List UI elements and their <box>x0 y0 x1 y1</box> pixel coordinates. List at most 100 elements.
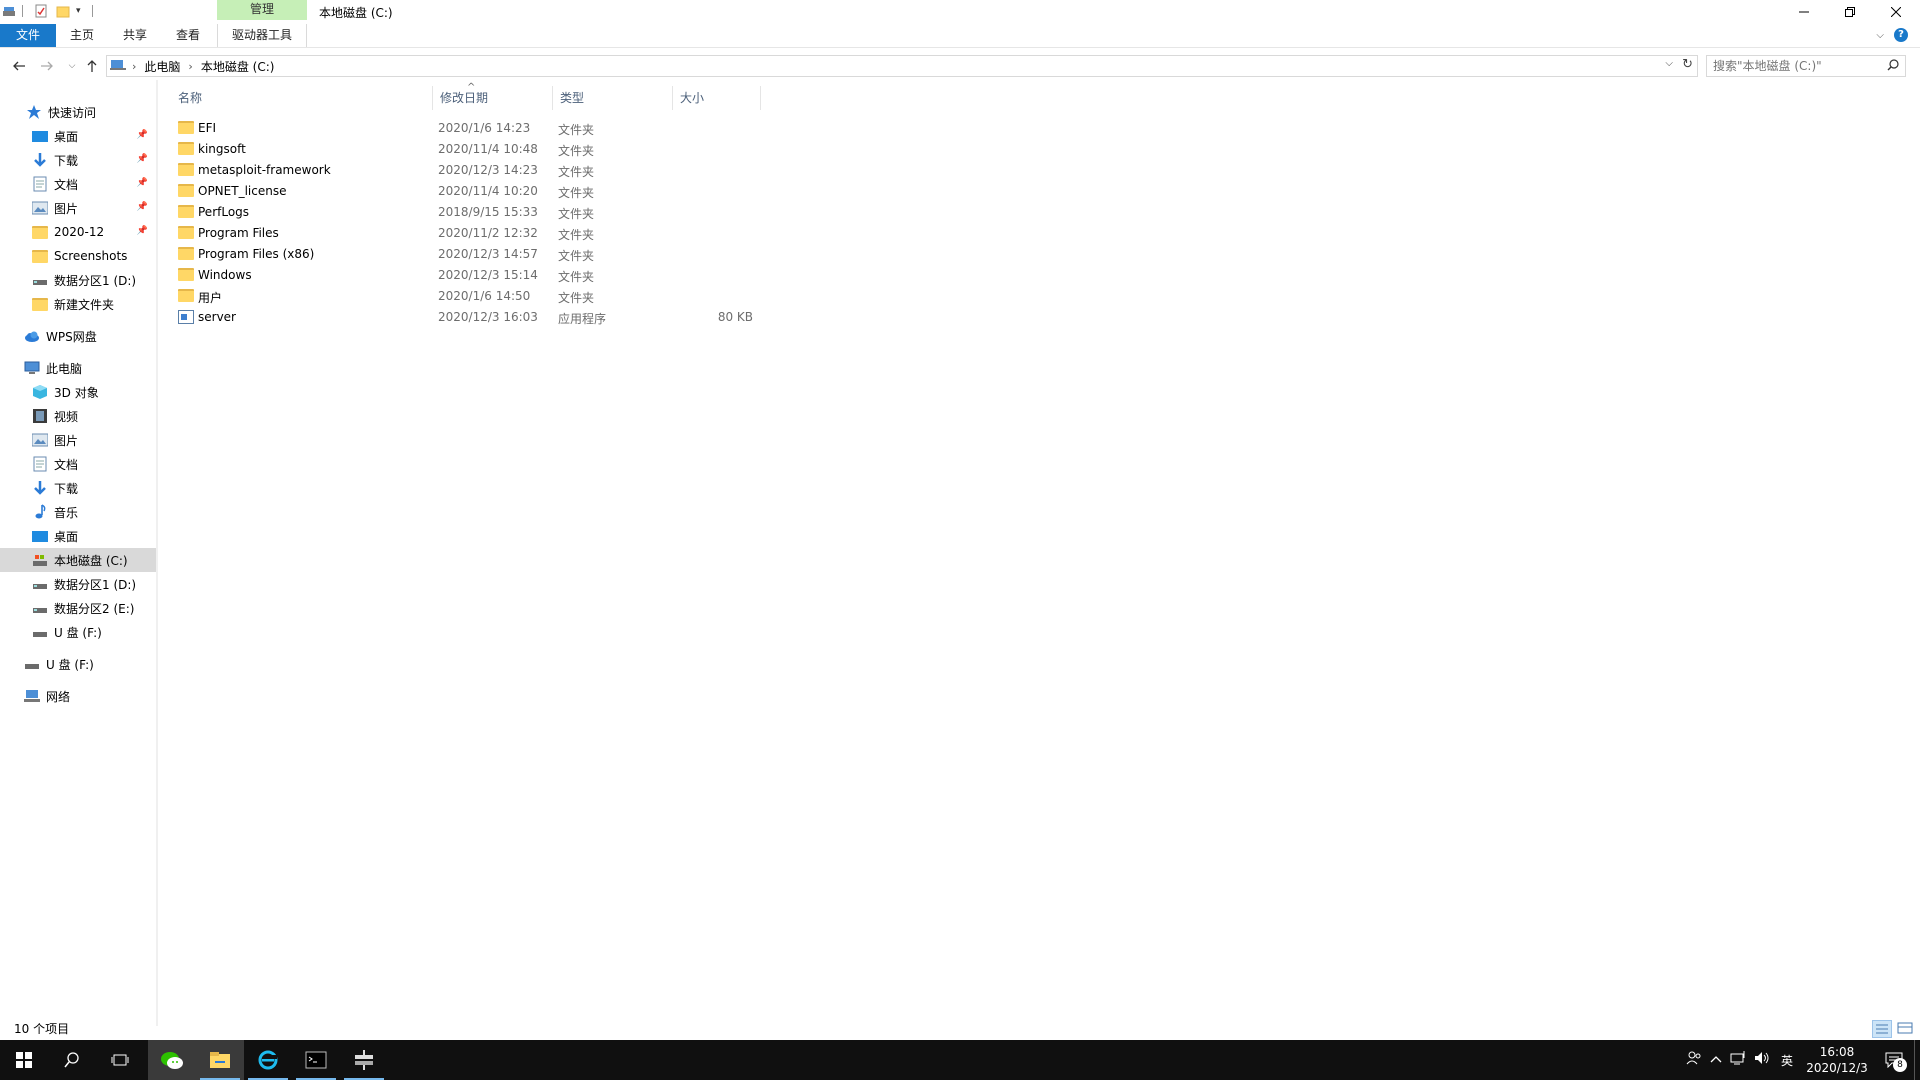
nav-pc-desktop[interactable]: 桌面 <box>0 524 156 548</box>
nav-label: 2020-12 <box>54 225 105 239</box>
tab-drive-tools[interactable]: 驱动器工具 <box>217 24 307 47</box>
expand-ribbon-icon[interactable]: ⌵ <box>1876 30 1884 41</box>
drive-icon[interactable] <box>2 4 16 18</box>
nav-quick-documents[interactable]: 文档 📌 <box>0 172 156 196</box>
back-button[interactable] <box>9 56 29 76</box>
column-header-name[interactable]: 名称 <box>170 86 432 110</box>
file-row[interactable]: Windows 2020/12/3 15:14 文件夹 <box>170 265 760 286</box>
file-row[interactable]: 用户 2020/1/6 14:50 文件夹 <box>170 286 760 307</box>
volume-icon[interactable] <box>1750 1050 1774 1070</box>
nav-pc-data-e[interactable]: 数据分区2 (E:) <box>0 596 156 620</box>
nav-usb-f[interactable]: U 盘 (F:) <box>0 652 156 676</box>
column-header-date[interactable]: 修改日期 <box>432 86 552 110</box>
address-bar[interactable]: › 此电脑 › 本地磁盘 (C:) ⌵ ↻ <box>106 55 1698 77</box>
taskbar-app-file-explorer[interactable] <box>196 1040 244 1080</box>
address-history-dropdown[interactable]: ⌵ <box>1665 58 1673 69</box>
close-button[interactable] <box>1873 0 1919 24</box>
file-name: EFI <box>198 121 217 135</box>
nav-pc-music[interactable]: 音乐 <box>0 500 156 524</box>
nav-pc-data-d[interactable]: 数据分区1 (D:) <box>0 572 156 596</box>
breadcrumb-separator[interactable]: › <box>128 60 140 73</box>
nav-pc-usb-f[interactable]: U 盘 (F:) <box>0 620 156 644</box>
nav-quick-downloads[interactable]: 下载 📌 <box>0 148 156 172</box>
recent-locations-button[interactable]: ⌵ <box>62 56 82 76</box>
internet-explorer-icon <box>258 1050 278 1070</box>
search-input[interactable] <box>1713 58 1883 74</box>
tab-home[interactable]: 主页 <box>62 24 102 47</box>
tab-share[interactable]: 共享 <box>115 24 155 47</box>
details-view-button[interactable] <box>1872 1020 1892 1038</box>
minimize-button[interactable] <box>1781 0 1827 24</box>
nav-quick-2020-12[interactable]: 2020-12 📌 <box>0 220 156 244</box>
refresh-icon[interactable]: ↻ <box>1682 57 1693 72</box>
breadcrumb-local-disk-c[interactable]: 本地磁盘 (C:) <box>197 58 279 75</box>
tab-view[interactable]: 查看 <box>168 24 208 47</box>
nav-pc-downloads[interactable]: 下载 <box>0 476 156 500</box>
nav-label: U 盘 (F:) <box>54 625 102 640</box>
input-method-indicator[interactable]: 英 <box>1774 1052 1800 1069</box>
nav-label: 文档 <box>54 177 79 192</box>
breadcrumb-this-pc[interactable]: 此电脑 <box>140 58 184 75</box>
nav-network[interactable]: 网络 <box>0 684 156 708</box>
forward-button[interactable] <box>37 56 57 76</box>
search-box[interactable] <box>1706 55 1906 77</box>
new-folder-icon[interactable] <box>56 4 70 18</box>
star-icon <box>26 104 42 120</box>
file-row[interactable]: Program Files 2020/11/2 12:32 文件夹 <box>170 223 760 244</box>
nav-this-pc[interactable]: 此电脑 <box>0 356 156 380</box>
terminal-icon <box>305 1051 327 1069</box>
nav-quick-pictures[interactable]: 图片 📌 <box>0 196 156 220</box>
file-row[interactable]: Program Files (x86) 2020/12/3 14:57 文件夹 <box>170 244 760 265</box>
file-row[interactable]: PerfLogs 2018/9/15 15:33 文件夹 <box>170 202 760 223</box>
file-row[interactable]: metasploit-framework 2020/12/3 14:23 文件夹 <box>170 160 760 181</box>
nav-pc-3d-objects[interactable]: 3D 对象 <box>0 380 156 404</box>
nav-pc-videos[interactable]: 视频 <box>0 404 156 428</box>
restore-button[interactable] <box>1827 0 1873 24</box>
navigation-pane-divider[interactable] <box>156 80 158 1026</box>
network-status-icon[interactable] <box>1726 1050 1750 1070</box>
search-taskbar-button[interactable] <box>48 1040 96 1080</box>
show-hidden-icons-icon[interactable] <box>1706 1052 1726 1068</box>
start-button[interactable] <box>0 1040 48 1080</box>
file-type: 文件夹 <box>558 165 595 179</box>
nav-pc-documents[interactable]: 文档 <box>0 452 156 476</box>
file-row[interactable]: EFI 2020/1/6 14:23 文件夹 <box>170 118 760 139</box>
breadcrumb-separator[interactable]: › <box>184 60 196 73</box>
nav-pc-local-disk-c[interactable]: 本地磁盘 (C:) <box>0 548 156 572</box>
column-divider[interactable] <box>760 86 761 110</box>
application-icon <box>178 310 194 324</box>
nav-label: 桌面 <box>54 529 79 544</box>
clock[interactable]: 16:08 2020/12/3 <box>1800 1044 1874 1076</box>
task-view-button[interactable] <box>96 1040 144 1080</box>
nav-quick-new-folder[interactable]: 新建文件夹 <box>0 292 156 316</box>
taskbar-app-wechat[interactable] <box>148 1040 196 1080</box>
file-type: 文件夹 <box>558 291 595 305</box>
nav-quick-screenshots[interactable]: Screenshots <box>0 244 156 268</box>
taskbar-app-terminal[interactable] <box>292 1040 340 1080</box>
file-row[interactable]: OPNET_license 2020/11/4 10:20 文件夹 <box>170 181 760 202</box>
taskbar-app-ie[interactable] <box>244 1040 292 1080</box>
customize-toolbar-icon[interactable]: ▾ <box>76 6 90 20</box>
nav-quick-data-d[interactable]: 数据分区1 (D:) <box>0 268 156 292</box>
large-icons-view-button[interactable] <box>1896 1020 1916 1038</box>
nav-quick-access[interactable]: 快速访问 <box>0 100 156 124</box>
file-row[interactable]: server 2020/12/3 16:03 应用程序 80 KB <box>170 307 760 328</box>
column-header-type[interactable]: 类型 <box>552 86 672 110</box>
column-header-size[interactable]: 大小 <box>672 86 760 110</box>
people-icon[interactable] <box>1682 1050 1706 1070</box>
file-name: Program Files <box>198 226 279 240</box>
properties-icon[interactable] <box>34 4 48 18</box>
nav-quick-desktop[interactable]: 桌面 📌 <box>0 124 156 148</box>
nav-label: 图片 <box>54 433 79 448</box>
tab-file[interactable]: 文件 <box>0 24 56 47</box>
search-icon[interactable] <box>1887 59 1899 74</box>
nav-pc-pictures[interactable]: 图片 <box>0 428 156 452</box>
taskbar-app-network-tool[interactable] <box>340 1040 388 1080</box>
up-button[interactable] <box>82 56 102 76</box>
nav-wps-drive[interactable]: WPS网盘 <box>0 324 156 348</box>
file-row[interactable]: kingsoft 2020/11/4 10:48 文件夹 <box>170 139 760 160</box>
help-icon[interactable]: ? <box>1894 28 1908 42</box>
music-icon <box>32 504 48 520</box>
action-center-button[interactable]: 8 <box>1874 1040 1914 1080</box>
show-desktop-button[interactable] <box>1914 1040 1920 1080</box>
